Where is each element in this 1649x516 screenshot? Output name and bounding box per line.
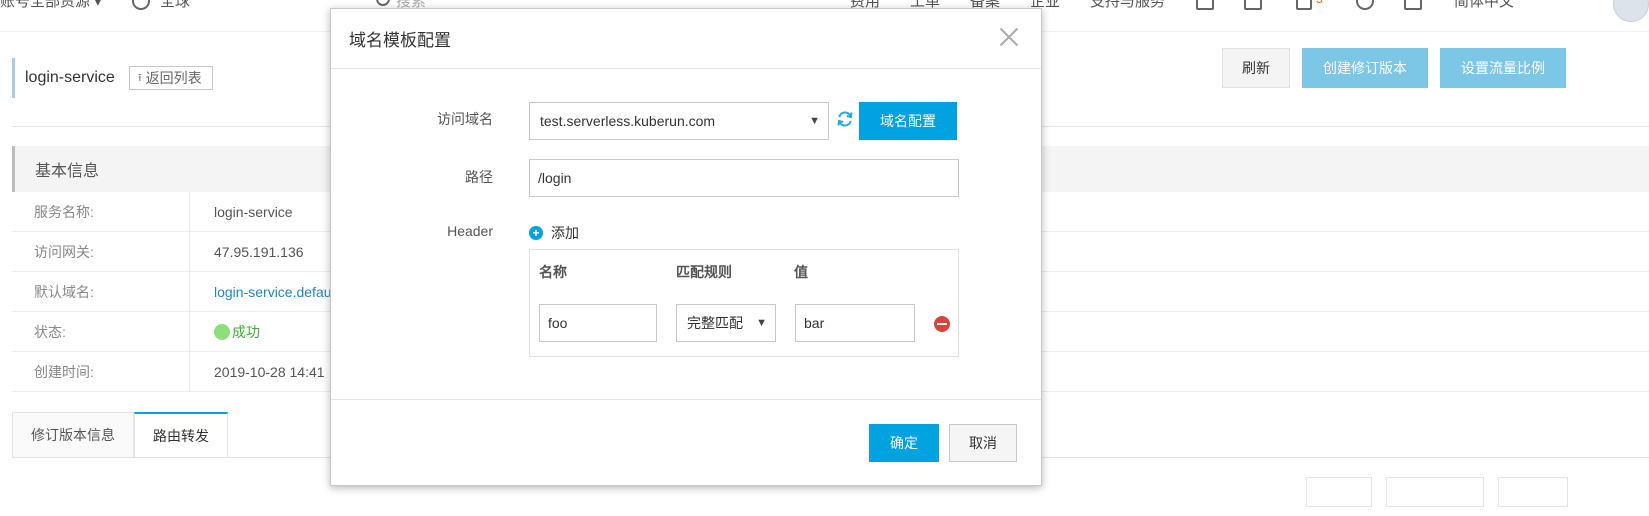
column-header-match: 匹配规则	[676, 264, 732, 280]
domain-config-button[interactable]: 域名配置	[859, 102, 957, 140]
remove-circle-icon[interactable]	[934, 316, 950, 332]
domain-template-dialog: 域名模板配置 访问域名 test.serverless.kuberun.com …	[330, 8, 1042, 486]
add-header-button[interactable]: + 添加	[529, 223, 579, 243]
cancel-button[interactable]: 取消	[949, 424, 1017, 462]
header-name-input[interactable]: foo	[539, 304, 657, 342]
ok-button[interactable]: 确定	[869, 424, 939, 462]
match-rule-select[interactable]: 完整匹配 ▼	[676, 304, 776, 342]
path-input[interactable]: /login	[529, 159, 959, 197]
caret-down-icon: ▼	[756, 317, 767, 329]
path-label: 路径	[465, 169, 493, 185]
refresh-icon[interactable]	[836, 110, 854, 128]
header-value-input[interactable]: bar	[795, 304, 915, 342]
dialog-footer-divider	[331, 399, 1041, 400]
dialog-header: 域名模板配置	[331, 9, 1041, 69]
domain-select[interactable]: test.serverless.kuberun.com ▼	[529, 102, 829, 140]
plus-circle-icon: +	[529, 226, 543, 240]
dialog-title: 域名模板配置	[349, 31, 451, 50]
column-header-value: 值	[794, 264, 808, 280]
header-rules-table: 名称 匹配规则 值 foo 完整匹配 ▼ bar	[529, 249, 959, 357]
column-header-name: 名称	[539, 264, 567, 280]
header-label: Header	[447, 223, 493, 239]
close-icon[interactable]	[999, 27, 1019, 47]
caret-down-icon: ▼	[809, 115, 820, 127]
domain-label: 访问域名	[437, 111, 493, 127]
